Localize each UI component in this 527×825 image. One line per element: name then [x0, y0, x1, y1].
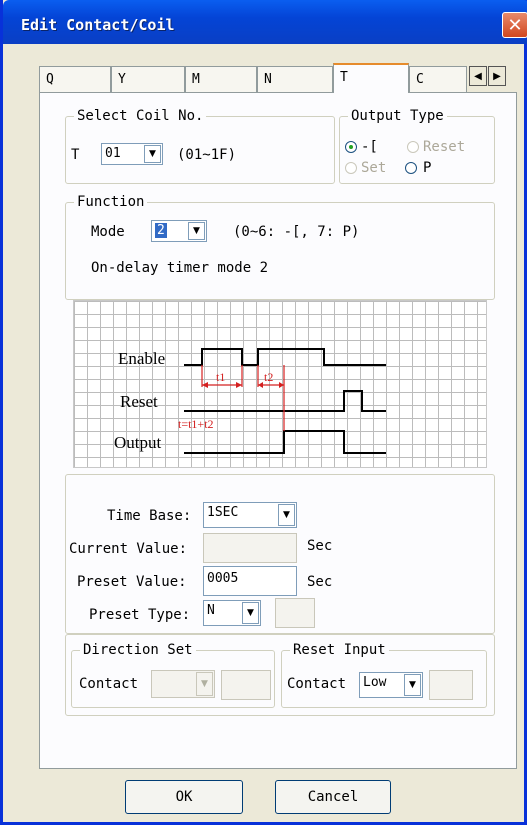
output-signal-label: Output	[114, 433, 162, 452]
chevron-down-icon[interactable]: ▼	[278, 504, 295, 526]
direction-contact-label: Contact	[79, 676, 139, 692]
output-type-set-label: Set	[361, 160, 387, 176]
close-icon[interactable]: ✕	[502, 12, 527, 38]
direction-contact-select[interactable]: ▼	[151, 670, 215, 698]
function-group: Function	[65, 194, 495, 300]
preset-value-label: Preset Value:	[77, 574, 187, 590]
cancel-button[interactable]: Cancel	[275, 780, 391, 814]
chevron-down-icon[interactable]: ▼	[242, 602, 259, 624]
time-base-label: Time Base:	[107, 508, 192, 524]
output-type-bracket-label: -[	[361, 139, 378, 155]
tab-q[interactable]: Q	[39, 66, 111, 92]
t2-label: t2	[264, 370, 273, 384]
reset-signal-label: Reset	[120, 392, 158, 411]
chevron-down-icon[interactable]: ▼	[188, 222, 205, 240]
preset-type-value: N	[207, 603, 215, 618]
title-bar[interactable]: Edit Contact/Coil ✕	[3, 0, 527, 44]
reset-waveform	[184, 390, 386, 412]
coil-prefix-label: T	[71, 147, 80, 163]
time-base-value: 1SEC	[207, 505, 239, 520]
output-type-set-radio[interactable]	[345, 162, 357, 174]
timing-diagram: Enable Reset Output t1 t2 t=t1+t2	[73, 300, 487, 468]
mode-select[interactable]: 2 ▼	[151, 220, 207, 242]
mode-hint: (0~6: -[, 7: P)	[233, 224, 360, 240]
chevron-down-icon[interactable]: ▼	[144, 145, 161, 163]
chevron-down-icon[interactable]: ▼	[196, 672, 213, 696]
mode-value: 2	[155, 223, 167, 238]
current-value-unit: Sec	[307, 538, 333, 554]
enable-waveform	[184, 348, 386, 366]
current-value-field[interactable]	[203, 533, 297, 563]
tab-y[interactable]: Y	[111, 66, 185, 92]
direction-set-legend: Direction Set	[80, 642, 196, 658]
t-sum-label: t=t1+t2	[178, 417, 214, 431]
output-type-reset-label: Reset	[423, 139, 466, 155]
time-base-select[interactable]: 1SEC ▼	[203, 502, 297, 528]
tab-t[interactable]: T	[333, 63, 409, 93]
mode-label: Mode	[91, 224, 125, 240]
chevron-down-icon[interactable]: ▼	[404, 674, 421, 696]
reset-contact-select[interactable]: Low ▼	[359, 672, 423, 698]
function-legend: Function	[74, 194, 148, 210]
coil-range-hint: (01~1F)	[177, 147, 237, 163]
tab-m[interactable]: M	[185, 66, 257, 92]
tab-bar: Q Y M N T C ◀ ▶	[39, 63, 517, 93]
output-type-legend: Output Type	[348, 108, 447, 124]
tab-scroll-left-icon[interactable]: ◀	[469, 66, 487, 86]
output-type-p-radio[interactable]	[405, 162, 417, 174]
direction-contact-extra-field[interactable]	[221, 670, 271, 700]
preset-type-label: Preset Type:	[89, 607, 191, 623]
output-type-reset-radio[interactable]	[407, 141, 419, 153]
reset-input-legend: Reset Input	[290, 642, 389, 658]
enable-signal-label: Enable	[118, 349, 165, 368]
output-type-bracket-radio[interactable]	[345, 141, 357, 153]
ok-button[interactable]: OK	[125, 780, 243, 814]
timing-diagram-svg: Enable Reset Output t1 t2 t=t1+t2	[114, 348, 386, 454]
current-value-label: Current Value:	[69, 541, 188, 557]
select-coil-legend: Select Coil No.	[74, 108, 207, 124]
tab-n[interactable]: N	[257, 66, 333, 92]
coil-number-value: 01	[105, 146, 121, 161]
tab-c[interactable]: C	[409, 66, 467, 92]
tab-scroll-right-icon[interactable]: ▶	[488, 66, 506, 86]
preset-type-select[interactable]: N ▼	[203, 600, 261, 626]
coil-number-select[interactable]: 01 ▼	[101, 143, 163, 165]
preset-value-field[interactable]: 0005	[203, 566, 297, 596]
output-waveform	[184, 430, 386, 454]
preset-type-extra-field[interactable]	[275, 598, 315, 628]
mode-description: On-delay timer mode 2	[91, 260, 269, 276]
dialog-window: Edit Contact/Coil ✕ Q Y M N T C ◀ ▶ Sele…	[0, 0, 527, 825]
reset-contact-value: Low	[363, 675, 387, 690]
preset-value-unit: Sec	[307, 574, 333, 590]
output-type-p-label: P	[423, 160, 432, 176]
window-title: Edit Contact/Coil	[21, 16, 175, 34]
t1-label: t1	[216, 370, 225, 384]
reset-contact-label: Contact	[287, 676, 347, 692]
reset-contact-extra-field[interactable]	[429, 670, 473, 700]
